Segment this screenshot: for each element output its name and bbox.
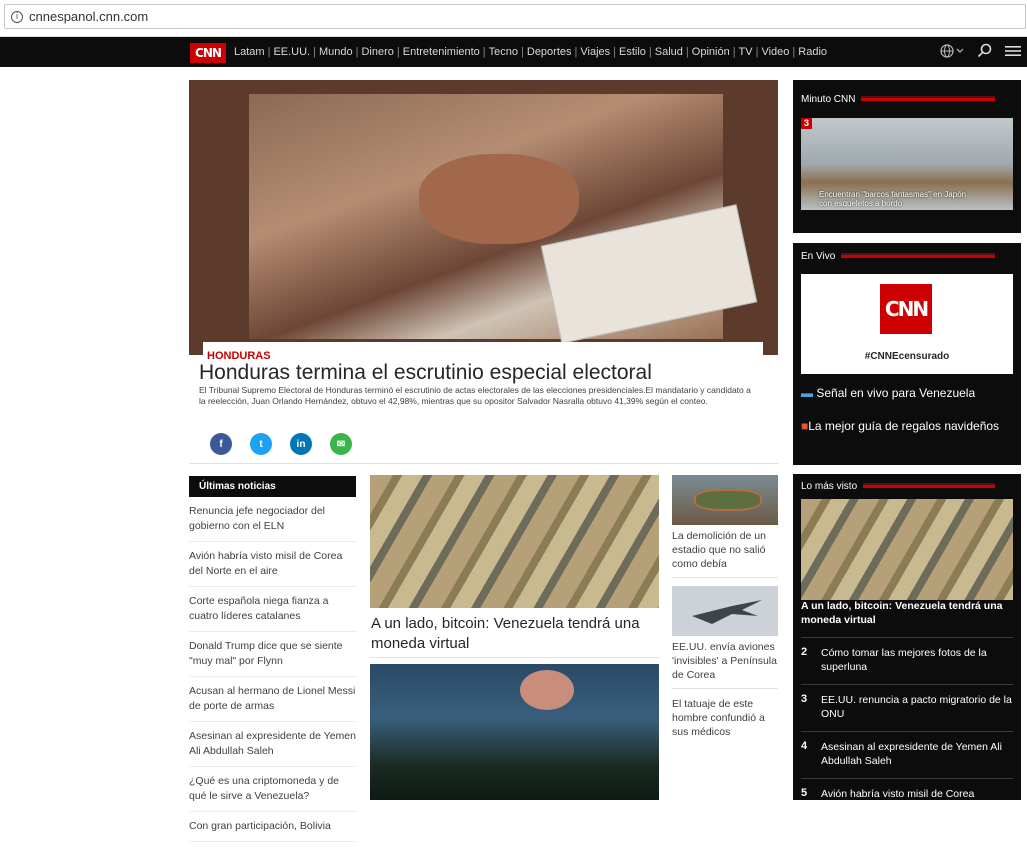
cnn-live-logo: CNN (880, 284, 932, 334)
latest-news-item[interactable]: Asesinan al expresidente de Yemen Ali Ab… (189, 728, 357, 767)
most-viewed-title: Asesinan al expresidente de Yemen Ali Ab… (821, 741, 1002, 767)
nav-link[interactable]: Tecno (489, 46, 518, 58)
en-vivo-panel: En Vivo CNN #CNNEcensurado ▬ Señal en vi… (793, 243, 1021, 465)
nav-link[interactable]: Mundo (319, 46, 353, 58)
nav-link[interactable]: Dinero (361, 46, 393, 58)
hero-image[interactable] (189, 80, 778, 355)
minuto-badge: 3 (801, 118, 812, 129)
nav-link[interactable]: Latam (234, 46, 265, 58)
most-viewed-title: Lo más visto (801, 481, 858, 492)
facebook-icon[interactable]: f (210, 433, 232, 455)
most-viewed-item[interactable]: 4 Asesinan al expresidente de Yemen Ali A… (801, 731, 1013, 778)
side-story-title[interactable]: EE.UU. envía aviones 'invisibles' a Pení… (672, 636, 778, 682)
rank-number: 2 (801, 646, 808, 658)
latest-news-header: Últimas noticias (189, 476, 356, 497)
envivo-title: En Vivo (801, 251, 836, 262)
live-venezuela-link[interactable]: ▬ Señal en vivo para Venezuela (801, 386, 975, 401)
latest-news-item[interactable]: ¿Qué es una criptomoneda y de qué le sir… (189, 773, 357, 812)
nav-link[interactable]: TV (739, 46, 753, 58)
nav-link[interactable]: Viajes (580, 46, 610, 58)
stadium-thumbnail[interactable] (672, 475, 778, 525)
rank-number: 3 (801, 693, 808, 705)
email-icon[interactable]: ✉ (330, 433, 352, 455)
jet-thumbnail[interactable] (672, 586, 778, 636)
moon-graphic (520, 670, 574, 710)
latest-news-item[interactable]: Renuncia jefe negociador del gobierno co… (189, 503, 357, 542)
latest-news-item[interactable]: Avión habría visto misil de Corea del No… (189, 548, 357, 587)
nav-link[interactable]: EE.UU. (273, 46, 310, 58)
nav-icon-group (939, 43, 1021, 59)
live-stream-player[interactable]: CNN #CNNEcensurado (801, 274, 1013, 374)
hero-headline[interactable]: Honduras termina el escrutinio especial … (199, 361, 652, 385)
linkedin-icon[interactable]: in (290, 433, 312, 455)
most-viewed-item[interactable]: 2 Cómo tomar las mejores fotos de la supe… (801, 637, 1013, 684)
gift-guide-link[interactable]: ■La mejor guía de regalos navideños (801, 419, 1013, 434)
cnn-logo[interactable]: CNN (190, 43, 226, 63)
hero-summary: El Tribunal Supremo Electoral de Hondura… (199, 385, 751, 406)
twitter-icon[interactable]: t (250, 433, 272, 455)
most-viewed-item[interactable]: 3 EE.UU. renuncia a pacto migratorio de l… (801, 684, 1013, 731)
most-viewed-image[interactable] (801, 499, 1013, 600)
latest-news-item[interactable]: Donald Trump dice que se siente "muy mal… (189, 638, 357, 677)
share-buttons: f t in ✉ (210, 433, 352, 455)
superluna-story-image[interactable] (370, 664, 659, 800)
most-viewed-item[interactable]: 5 Avión habría visto misil de Corea (801, 778, 1013, 811)
hero-photo (249, 94, 758, 344)
globe-icon[interactable] (939, 43, 965, 59)
nav-link[interactable]: Deportes (527, 46, 572, 58)
live-hashtag: #CNNEcensurado (864, 351, 950, 362)
latest-news-item[interactable]: Corte española niega fianza a cuatro líd… (189, 593, 357, 632)
top-navigation: CNN Latam | EE.UU. | Mundo | Dinero | Entretenim… (0, 37, 1027, 67)
most-viewed-list: 2 Cómo tomar las mejores fotos de la supe… (801, 637, 1013, 811)
url-text: cnnespanol.cnn.com (29, 9, 149, 24)
most-viewed-title: Cómo tomar las mejores fotos de la super… (821, 647, 987, 673)
tv-icon: ▬ (801, 386, 813, 400)
side-story-title[interactable]: La demolición de un estadio que no salió… (672, 525, 778, 571)
latest-news-item[interactable]: Con gran participación, Bolivia (189, 818, 357, 842)
nav-links: Latam | EE.UU. | Mundo | Dinero | Entretenimient… (234, 46, 828, 58)
side-story-title[interactable]: El tatuaje de este hombre confundió a su… (672, 693, 778, 739)
browser-address-bar: i cnnespanol.cnn.com (0, 0, 1027, 37)
nav-link[interactable]: Salud (655, 46, 683, 58)
minuto-cnn-panel: Minuto CNN 3 Encuentran "barcos fantasma… (793, 80, 1021, 233)
rank-number: 4 (801, 740, 808, 752)
bitcoin-story-image[interactable] (370, 475, 659, 608)
nav-link[interactable]: Radio (798, 46, 827, 58)
most-viewed-title: Avión habría visto misil de Corea (821, 788, 975, 800)
most-viewed-title: EE.UU. renuncia a pacto migratorio de la… (821, 694, 1012, 720)
menu-icon[interactable] (1005, 44, 1021, 58)
most-viewed-panel: Lo más visto A un lado, bitcoin: Venezue… (793, 474, 1021, 800)
minuto-title: Minuto CNN (801, 94, 856, 105)
search-icon[interactable] (977, 43, 993, 59)
bitcoin-story-title[interactable]: A un lado, bitcoin: Venezuela tendrá una… (371, 614, 661, 654)
nav-link[interactable]: Opinión (692, 46, 730, 58)
divider (370, 657, 660, 658)
latest-news-list: Renuncia jefe negociador del gobierno co… (189, 503, 357, 848)
latest-news-item[interactable]: Acusan al hermano de Lionel Messi de por… (189, 683, 357, 722)
nav-link[interactable]: Entretenimiento (403, 46, 480, 58)
minuto-caption[interactable]: Encuentran "barcos fantasmas" en Japón c… (819, 190, 969, 208)
most-viewed-lead[interactable]: A un lado, bitcoin: Venezuela tendrá una… (801, 599, 1013, 627)
nav-link[interactable]: Video (761, 46, 789, 58)
info-icon[interactable]: i (11, 10, 23, 23)
side-stories: La demolición de un estadio que no salió… (672, 475, 778, 739)
url-field[interactable]: i cnnespanol.cnn.com (4, 4, 1026, 29)
rank-number: 5 (801, 787, 808, 799)
nav-link[interactable]: Estilo (619, 46, 646, 58)
divider (189, 463, 779, 464)
